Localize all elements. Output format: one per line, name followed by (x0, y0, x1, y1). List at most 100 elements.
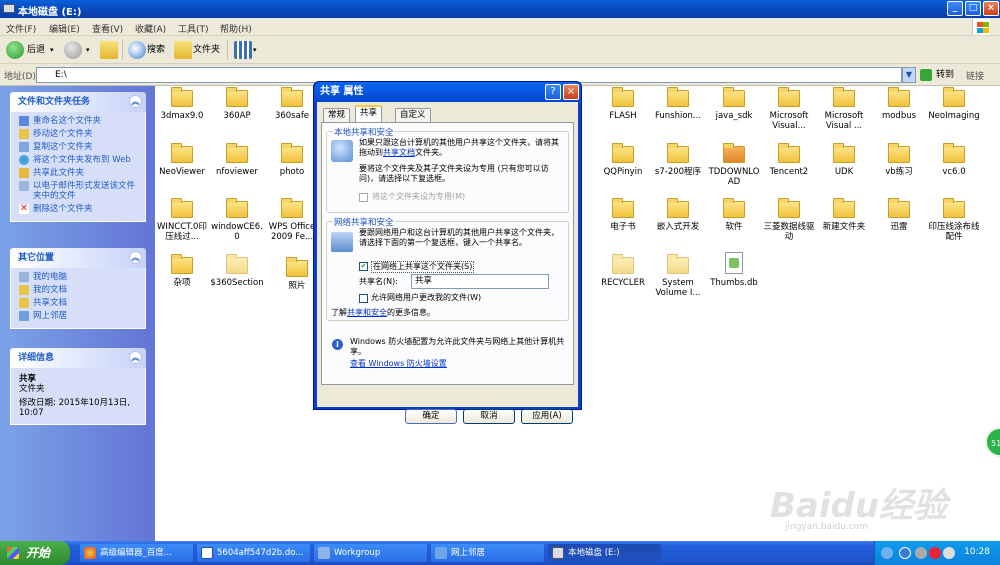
task-publish-web[interactable]: 将这个文件夹发布到 Web (19, 155, 139, 165)
search-icon[interactable] (128, 41, 146, 59)
folder-item[interactable]: 360AP (209, 87, 265, 121)
taskbar-item-browser[interactable]: 高级编辑器_百度... (80, 544, 193, 562)
folder-item[interactable]: 软件 (706, 198, 762, 232)
tab-sharing[interactable]: 共享 (355, 105, 383, 123)
place-network[interactable]: 网上邻居 (19, 311, 139, 321)
back-dropdown-icon[interactable]: ▾ (50, 40, 54, 60)
start-button[interactable]: 开始 (0, 541, 70, 565)
folder-item[interactable]: RECYCLER (595, 254, 651, 288)
menu-favorites[interactable]: 收藏(A) (135, 22, 166, 35)
folders-button[interactable]: 文件夹 (193, 40, 220, 60)
folder-item[interactable]: System Volume I... (650, 254, 706, 298)
address-dropdown-icon[interactable]: ▼ (902, 67, 916, 83)
back-button[interactable]: 后退 (27, 40, 45, 60)
place-my-documents[interactable]: 我的文档 (19, 285, 139, 295)
place-shared-documents[interactable]: 共享文档 (19, 298, 139, 308)
views-icon[interactable] (234, 41, 252, 59)
menu-file[interactable]: 文件(F) (6, 22, 36, 35)
tray-icon[interactable] (929, 547, 941, 559)
folder-item[interactable]: WINCCT.0印压线过... (154, 198, 210, 242)
taskbar-item-workgroup[interactable]: Workgroup (314, 544, 427, 562)
menu-edit[interactable]: 编辑(E) (49, 22, 80, 35)
place-my-computer[interactable]: 我的电脑 (19, 272, 139, 282)
folder-item[interactable]: 电子书 (595, 198, 651, 232)
folder-item[interactable]: TDDOWNLOAD (706, 143, 762, 187)
sharing-security-link[interactable]: 共享和安全 (347, 308, 387, 317)
other-places-header[interactable]: 其它位置 ︽ (10, 248, 146, 268)
folder-item[interactable]: $360Section (209, 254, 265, 288)
ok-button[interactable]: 确定 (405, 409, 457, 424)
volume-icon[interactable] (943, 547, 955, 559)
folder-item[interactable]: java_sdk (706, 87, 762, 121)
taskbar-item-local-disk[interactable]: 本地磁盘 (E:) (548, 544, 661, 562)
back-arrow-icon[interactable] (6, 41, 24, 59)
folder-item[interactable]: vc6.0 (926, 143, 982, 177)
details-header[interactable]: 详细信息 ︽ (10, 348, 146, 368)
file-tasks-header[interactable]: 文件和文件夹任务 ︽ (10, 92, 146, 112)
minimize-button[interactable]: _ (947, 1, 963, 16)
taskbar-item-word[interactable]: 5604aff547d2b.do... (197, 544, 310, 562)
folder-item[interactable]: UDK (816, 143, 872, 177)
views-dropdown-icon[interactable]: ▾ (253, 40, 257, 60)
task-move[interactable]: 移动这个文件夹 (19, 129, 139, 139)
help-button[interactable]: ? (545, 84, 561, 100)
clock[interactable]: 10:28 (964, 547, 990, 557)
folder-item[interactable]: nfoviewer (209, 143, 265, 177)
go-button[interactable]: 转到 (920, 67, 954, 83)
tab-general[interactable]: 常规 (323, 108, 351, 122)
file-item[interactable]: Thumbs.db (706, 252, 762, 288)
firewall-settings-link[interactable]: 查看 Windows 防火墙设置 (350, 359, 447, 369)
folder-item[interactable]: 三菱数据线驱动 (761, 198, 817, 242)
tab-customize[interactable]: 自定义 (395, 108, 431, 122)
window-title-bar[interactable]: 本地磁盘 (E:) _ □ × (0, 0, 1000, 18)
private-checkbox[interactable] (359, 193, 368, 202)
menu-tools[interactable]: 工具(T) (178, 22, 209, 35)
taskbar-item-network[interactable]: 网上邻居 (431, 544, 544, 562)
folder-item[interactable]: s7-200程序 (650, 143, 706, 177)
folder-item[interactable]: 360safe (264, 87, 320, 121)
shared-documents-link[interactable]: 共享文档 (383, 148, 415, 157)
folder-item[interactable]: 嵌入式开发 (650, 198, 706, 232)
folder-item[interactable]: modbus (871, 87, 927, 121)
folder-item[interactable]: Microsoft Visual... (761, 87, 817, 131)
folder-item[interactable]: 印压线涂布线配件 (926, 198, 982, 242)
folder-item[interactable]: WPS Office 2009 Fe... (264, 198, 320, 242)
collapse-chevron-icon[interactable]: ︽ (129, 351, 142, 364)
search-button[interactable]: 搜索 (147, 40, 165, 60)
folder-item[interactable]: 新建文件夹 (816, 198, 872, 232)
forward-dropdown-icon[interactable]: ▾ (86, 40, 90, 60)
folder-item[interactable]: FLASH (595, 87, 651, 121)
forward-arrow-icon[interactable] (64, 41, 82, 59)
menu-view[interactable]: 查看(V) (92, 22, 123, 35)
tray-icon[interactable] (899, 547, 911, 559)
folder-item[interactable]: photo (264, 143, 320, 177)
links-label[interactable]: 链接 (966, 69, 984, 82)
folder-item[interactable]: windowCE6.0 (209, 198, 265, 242)
up-folder-icon[interactable] (100, 41, 118, 59)
dialog-close-button[interactable]: × (563, 84, 579, 100)
cancel-button[interactable]: 取消 (463, 409, 515, 424)
task-share[interactable]: 共享此文件夹 (19, 168, 139, 178)
allow-changes-checkbox[interactable] (359, 294, 368, 303)
folder-item[interactable]: NeoImaging (926, 87, 982, 121)
folder-item[interactable]: 迅雷 (871, 198, 927, 232)
task-copy[interactable]: 复制这个文件夹 (19, 142, 139, 152)
folder-item[interactable]: QQPinyin (595, 143, 651, 177)
maximize-button[interactable]: □ (965, 1, 981, 16)
apply-button[interactable]: 应用(A) (521, 409, 573, 424)
tray-icon[interactable] (881, 547, 893, 559)
share-on-network-checkbox[interactable]: ✔ (359, 262, 368, 271)
task-delete[interactable]: ✕ 删除这个文件夹 (19, 204, 139, 214)
folder-item[interactable]: Microsoft Visual ... (816, 87, 872, 131)
close-button[interactable]: × (983, 1, 999, 16)
folder-item[interactable]: 3dmax9.0 (154, 87, 210, 121)
collapse-chevron-icon[interactable]: ︽ (129, 95, 142, 108)
task-email[interactable]: 以电子邮件形式发送该文件夹中的文件 (19, 181, 139, 201)
folder-item[interactable]: 杂项 (154, 254, 210, 288)
menu-help[interactable]: 帮助(H) (220, 22, 252, 35)
dialog-title-bar[interactable]: 共享 属性 (314, 82, 581, 102)
folder-item[interactable]: Funshion... (650, 87, 706, 121)
share-name-input[interactable]: 共享 (411, 274, 549, 289)
folder-item[interactable]: NeoViewer (154, 143, 210, 177)
collapse-chevron-icon[interactable]: ︽ (129, 251, 142, 264)
